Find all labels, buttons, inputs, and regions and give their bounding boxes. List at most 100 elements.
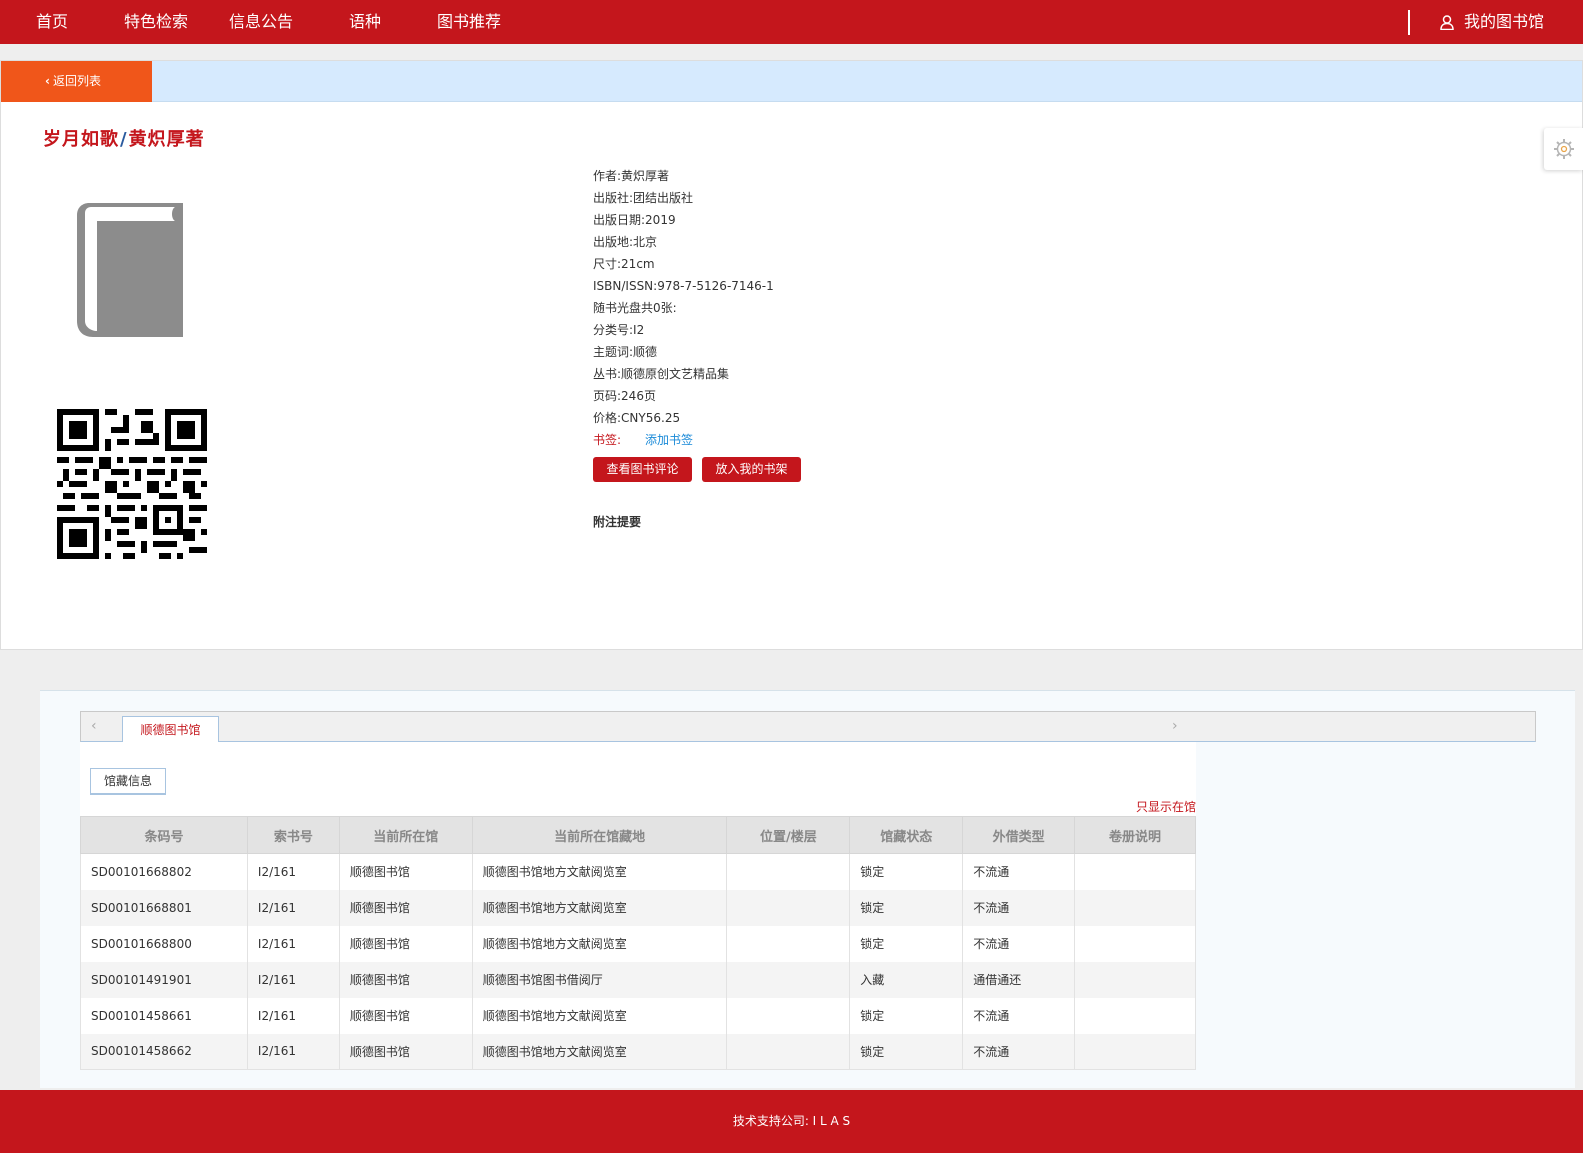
tab-shunde-library[interactable]: 顺德图书馆 bbox=[122, 716, 219, 743]
table-row: SD00101458662 I2/161 顺德图书馆 顺德图书馆地方文献阅览室 锁定 不流… bbox=[80, 1033, 1196, 1070]
gear-icon bbox=[1554, 139, 1574, 159]
view-reviews-button[interactable]: 查看图书评论 bbox=[593, 457, 692, 482]
info-key: 分类号: bbox=[593, 323, 634, 337]
nav-recommendations[interactable]: 图书推荐 bbox=[437, 0, 501, 44]
table-header-row: 条码号 索书号 当前所在馆 当前所在馆藏地 位置/楼层 馆藏状态 外借类型 卷册说明 bbox=[80, 816, 1196, 854]
info-row: 主题词:顺德 bbox=[593, 341, 774, 363]
table-cell: SD00101668800 bbox=[80, 925, 248, 962]
column-header: 条码号 bbox=[80, 816, 248, 854]
table-cell: 顺德图书馆 bbox=[338, 853, 473, 890]
bookmark-row: 书签: 添加书签 bbox=[593, 429, 774, 451]
info-key: 主题词: bbox=[593, 345, 634, 359]
table-row: SD00101668801 I2/161 顺德图书馆 顺德图书馆地方文献阅览室 锁定 不流… bbox=[80, 889, 1196, 926]
table-cell bbox=[726, 889, 851, 926]
column-header: 索书号 bbox=[246, 816, 340, 854]
info-row: 丛书:顺德原创文艺精品集 bbox=[593, 363, 774, 385]
add-to-shelf-button[interactable]: 放入我的书架 bbox=[702, 457, 801, 482]
remark-heading: 附注提要 bbox=[593, 515, 642, 529]
table-row: SD00101458661 I2/161 顺德图书馆 顺德图书馆地方文献阅览室 锁定 不流… bbox=[80, 997, 1196, 1034]
chevron-right-icon[interactable]: › bbox=[1172, 718, 1178, 734]
title-author: 黄炽厚著 bbox=[128, 129, 205, 150]
table-cell: 顺德图书馆 bbox=[338, 925, 473, 962]
holdings-section: ‹ 顺德图书馆 › 馆藏信息 只显示在馆 条码号 索书号 当前所在馆 当前所在馆藏地位… bbox=[40, 690, 1575, 1088]
info-value: CNY56.25 bbox=[621, 411, 681, 425]
table-cell: 锁定 bbox=[849, 997, 964, 1034]
table-cell: 锁定 bbox=[849, 853, 964, 890]
only-in-library-link[interactable]: 只显示在馆 bbox=[1136, 798, 1196, 815]
info-row: 分类号:I2 bbox=[593, 319, 774, 341]
info-key: 作者: bbox=[593, 169, 622, 183]
info-key: 出版日期: bbox=[593, 213, 646, 227]
table-cell bbox=[726, 961, 851, 998]
back-label: 返回列表 bbox=[52, 74, 101, 88]
table-cell bbox=[1074, 961, 1196, 998]
table-cell: SD00101491901 bbox=[80, 961, 248, 998]
info-key: 价格: bbox=[593, 411, 622, 425]
table-cell: 不流通 bbox=[962, 1033, 1076, 1070]
nav-divider bbox=[1408, 10, 1410, 35]
nav-special-search[interactable]: 特色检索 bbox=[124, 0, 188, 44]
info-key: ISBN/ISSN: bbox=[593, 279, 658, 293]
add-bookmark-link[interactable]: 添加书签 bbox=[645, 433, 693, 447]
info-row: 价格:CNY56.25 bbox=[593, 407, 774, 429]
table-cell: 不流通 bbox=[962, 889, 1076, 926]
table-row: SD00101668800 I2/161 顺德图书馆 顺德图书馆地方文献阅览室 锁定 不流… bbox=[80, 925, 1196, 962]
table-cell: 顺德图书馆地方文献阅览室 bbox=[471, 1033, 728, 1070]
table-cell: SD00101668801 bbox=[80, 889, 248, 926]
info-row: 出版地:北京 bbox=[593, 231, 774, 253]
table-cell: 顺德图书馆 bbox=[338, 1033, 473, 1070]
tab-holdings-info[interactable]: 馆藏信息 bbox=[90, 768, 166, 795]
library-tabs: ‹ 顺德图书馆 › bbox=[80, 711, 1536, 743]
holdings-table: 条码号 索书号 当前所在馆 当前所在馆藏地 位置/楼层 馆藏状态 外借类型 卷册说明 SD00… bbox=[80, 816, 1196, 1070]
table-body: SD00101668802 I2/161 顺德图书馆 顺德图书馆地方文献阅览室 锁定 不流… bbox=[80, 853, 1196, 1070]
table-cell: 锁定 bbox=[849, 925, 964, 962]
info-value: 顺德 bbox=[633, 345, 658, 359]
table-cell: 不流通 bbox=[962, 925, 1076, 962]
info-value: 246页 bbox=[621, 389, 656, 403]
settings-tab[interactable] bbox=[1544, 128, 1583, 170]
info-row: 随书光盘共0张: bbox=[593, 297, 774, 319]
table-row: SD00101668802 I2/161 顺德图书馆 顺德图书馆地方文献阅览室 锁定 不流… bbox=[80, 853, 1196, 890]
column-header: 当前所在馆藏地 bbox=[471, 816, 728, 854]
table-cell: SD00101458661 bbox=[80, 997, 248, 1034]
info-row: 出版社:团结出版社 bbox=[593, 187, 774, 209]
info-value: 21cm bbox=[621, 257, 655, 271]
info-key: 丛书: bbox=[593, 367, 622, 381]
table-cell: 不流通 bbox=[962, 853, 1076, 890]
info-key: 出版社: bbox=[593, 191, 634, 205]
column-header: 当前所在馆 bbox=[338, 816, 473, 854]
my-library-link[interactable]: 我的图书馆 bbox=[1440, 0, 1544, 44]
info-key: 页码: bbox=[593, 389, 622, 403]
table-cell bbox=[1074, 925, 1196, 962]
top-nav: 首页 特色检索 信息公告 语种 图书推荐 我的图书馆 bbox=[0, 0, 1583, 44]
nav-announcements[interactable]: 信息公告 bbox=[229, 0, 293, 44]
info-row: 尺寸:21cm bbox=[593, 253, 774, 275]
table-cell bbox=[1074, 853, 1196, 890]
table-cell: 通借通还 bbox=[962, 961, 1076, 998]
info-value: 黄炽厚著 bbox=[621, 169, 670, 183]
table-row: SD00101491901 I2/161 顺德图书馆 顺德图书馆图书借阅厅 入藏 通借通还 bbox=[80, 961, 1196, 998]
info-value: 2019 bbox=[645, 213, 676, 227]
table-cell bbox=[1074, 889, 1196, 926]
table-cell: 顺德图书馆地方文献阅览室 bbox=[471, 925, 728, 962]
table-cell: I2/161 bbox=[246, 997, 340, 1034]
bookmark-label: 书签: bbox=[593, 433, 622, 447]
column-header: 卷册说明 bbox=[1074, 816, 1196, 854]
nav-languages[interactable]: 语种 bbox=[349, 0, 381, 44]
my-library-label: 我的图书馆 bbox=[1464, 12, 1545, 31]
table-cell bbox=[726, 1033, 851, 1070]
info-key: 尺寸: bbox=[593, 257, 622, 271]
nav-home[interactable]: 首页 bbox=[36, 0, 68, 44]
back-to-list-button[interactable]: ‹ 返回列表 bbox=[1, 61, 152, 102]
chevron-left-icon[interactable]: ‹ bbox=[91, 718, 97, 734]
table-cell: 顺德图书馆地方文献阅览室 bbox=[471, 997, 728, 1034]
table-cell: 锁定 bbox=[849, 1033, 964, 1070]
book-title: 岁月如歌/黄炽厚著 bbox=[43, 125, 205, 151]
table-cell: 顺德图书馆地方文献阅览室 bbox=[471, 853, 728, 890]
qr-code bbox=[57, 409, 207, 559]
info-value: 团结出版社 bbox=[633, 191, 694, 205]
info-key: 随书光盘共0张: bbox=[593, 301, 677, 315]
info-row: ISBN/ISSN:978-7-5126-7146-1 bbox=[593, 275, 774, 297]
table-cell bbox=[726, 997, 851, 1034]
info-value: 978-7-5126-7146-1 bbox=[657, 279, 774, 293]
